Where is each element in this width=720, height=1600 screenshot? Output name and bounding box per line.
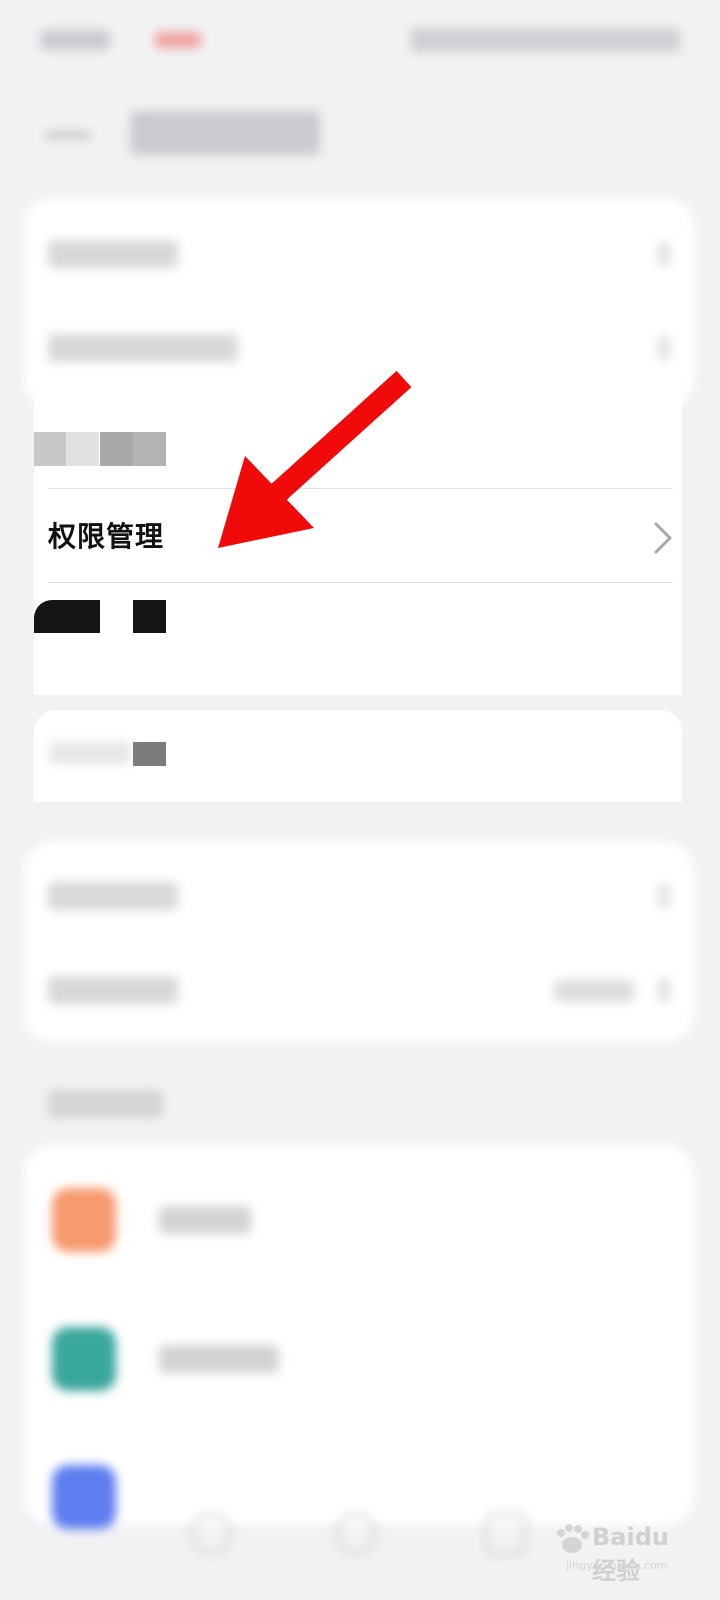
watermark-text: Baidu经验	[592, 1523, 669, 1585]
baidu-watermark: Baidu经验 jingyan.baidu.com	[552, 1515, 682, 1585]
watermark-url: jingyan.baidu.com	[566, 1559, 668, 1572]
paw-icon	[557, 1524, 589, 1553]
annotation-arrow-icon	[218, 370, 412, 548]
